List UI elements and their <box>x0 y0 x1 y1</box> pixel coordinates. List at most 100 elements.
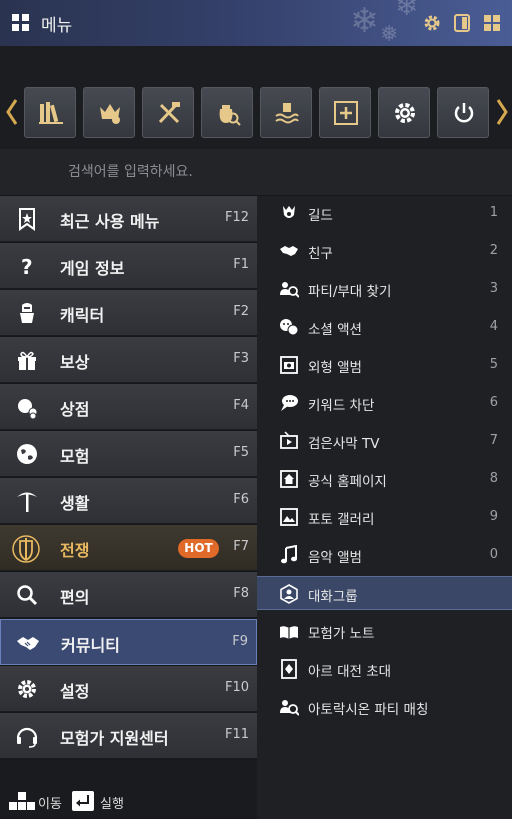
handshake-icon <box>17 637 39 650</box>
toolbar-library-button[interactable] <box>24 87 76 138</box>
submenu-item-hotkey: 4 <box>489 319 498 334</box>
magnifier-icon <box>17 585 38 606</box>
menu-item-shop[interactable]: 상점 F4 <box>0 384 257 430</box>
bookmark-star-icon <box>19 208 35 231</box>
question-icon: ? <box>21 255 33 278</box>
submenu-item-adventurer-note[interactable]: 모험가 노트 <box>257 614 512 648</box>
menu-item-hotkey: F8 <box>233 586 249 601</box>
menu-item-game-info[interactable]: ? 게임 정보 F1 <box>0 243 257 289</box>
menu-item-label: 게임 정보 <box>60 259 125 278</box>
menu-item-label: 캐릭터 <box>60 306 105 325</box>
tools-icon <box>158 102 180 124</box>
submenu-item-official-homepage[interactable]: 공식 홈페이지 8 <box>257 462 512 496</box>
menu-item-hotkey: F3 <box>233 351 249 366</box>
menu-item-settings[interactable]: 설정 F10 <box>0 666 257 712</box>
submenu-item-hotkey: 8 <box>489 471 498 486</box>
menu-item-reward[interactable]: 보상 F3 <box>0 337 257 383</box>
menu-item-hotkey: F4 <box>233 398 249 413</box>
home-icon <box>280 470 298 488</box>
menu-item-hotkey: F6 <box>233 492 249 507</box>
toolbar-tools-button[interactable] <box>142 87 194 138</box>
toolbar-hand-water-button[interactable] <box>260 87 312 138</box>
submenu-item-social-action[interactable]: 소셜 액션 4 <box>257 310 512 344</box>
menu-item-hotkey: F1 <box>233 257 249 272</box>
menu-item-life[interactable]: 생활 F6 <box>0 478 257 524</box>
helmet-bell-icon <box>100 104 120 124</box>
menu-item-recent[interactable]: 최근 사용 메뉴 F12 <box>0 196 257 242</box>
window-titlebar: 메뉴 ❄ ❄ ❅ <box>0 0 512 46</box>
headset-icon <box>16 727 38 748</box>
submenu-item-label: 대화그룹 <box>308 589 358 605</box>
hand-water-icon <box>275 103 299 124</box>
submenu-item-hotkey: 2 <box>489 243 498 258</box>
chevron-right-icon[interactable] <box>494 97 510 127</box>
grid-view-icon[interactable] <box>482 13 502 33</box>
move-hint-label: 이동 <box>38 797 62 812</box>
chevron-left-icon[interactable] <box>4 97 20 127</box>
photo-icon <box>280 508 298 526</box>
submenu-item-label: 소셜 액션 <box>308 322 362 338</box>
submenu-item-chat-group[interactable]: 대화그룹 <box>257 576 512 610</box>
menu-item-hotkey: F9 <box>232 634 248 649</box>
submenu-item-atoraxxion-party-matching[interactable]: 아토락시온 파티 매칭 <box>257 690 512 724</box>
menu-grid-icon <box>12 14 29 31</box>
submenu-item-label: 길드 <box>308 208 333 224</box>
menu-item-adventure[interactable]: 모험 F5 <box>0 431 257 477</box>
library-icon <box>39 102 63 124</box>
party-search-icon <box>280 282 299 298</box>
toolbar-power-button[interactable] <box>437 87 489 138</box>
submenu-item-label: 모험가 노트 <box>308 626 375 642</box>
svg-text:?: ? <box>21 255 33 278</box>
gear-icon <box>18 680 36 698</box>
submenu-item-label: 포토 갤러리 <box>308 512 375 528</box>
menu-item-hotkey: F2 <box>233 304 249 319</box>
submenu-item-label: 외형 앨범 <box>308 360 362 376</box>
music-note-icon <box>281 545 297 564</box>
submenu-item-guild[interactable]: 길드 1 <box>257 196 512 230</box>
submenu-item-label: 음악 앨범 <box>308 550 362 566</box>
search-input[interactable] <box>68 161 468 183</box>
quick-toolbar <box>0 46 512 149</box>
arena-icon <box>281 659 297 679</box>
submenu-item-hotkey: 6 <box>489 395 498 410</box>
submenu-item-arena-invite[interactable]: 아르 대전 초대 <box>257 652 512 686</box>
community-submenu: 길드 1 친구 2 파티/부대 찾기 3 소셜 액션 4 외형 앨범 5 키워드… <box>257 196 512 819</box>
toolbar-add-button[interactable] <box>319 87 371 138</box>
chat-group-icon <box>280 584 298 604</box>
menu-item-war[interactable]: 전쟁 HOT F7 <box>0 525 257 571</box>
arrow-keys-icon <box>9 792 35 810</box>
shield-sword-icon <box>12 535 40 563</box>
submenu-item-hotkey: 1 <box>489 205 498 220</box>
menu-item-convenience[interactable]: 편의 F8 <box>0 572 257 618</box>
menu-item-label: 설정 <box>60 682 90 701</box>
menu-item-hotkey: F11 <box>224 727 249 742</box>
enter-key-icon <box>72 791 94 811</box>
book-icon <box>280 626 298 639</box>
menu-item-hotkey: F12 <box>224 210 249 225</box>
toolbar-bag-search-button[interactable] <box>201 87 253 138</box>
submenu-item-black-desert-tv[interactable]: 검은사막 TV 7 <box>257 424 512 458</box>
submenu-item-music-album[interactable]: 음악 앨범 0 <box>257 538 512 572</box>
menu-item-hotkey: F5 <box>233 445 249 460</box>
menu-item-support[interactable]: 모험가 지원센터 F11 <box>0 713 257 759</box>
menu-item-hotkey: F7 <box>233 539 249 554</box>
submenu-item-appearance-album[interactable]: 외형 앨범 5 <box>257 348 512 382</box>
settings-gear-icon[interactable] <box>422 13 442 33</box>
gear-icon <box>395 103 415 123</box>
submenu-item-keyword-block[interactable]: 키워드 차단 6 <box>257 386 512 420</box>
panel-toggle-icon[interactable] <box>452 13 472 33</box>
hot-badge: HOT <box>178 539 219 558</box>
menu-item-character[interactable]: 캐릭터 F2 <box>0 290 257 336</box>
snowflake-decoration-icon: ❄ <box>395 0 419 22</box>
tv-icon <box>280 431 298 449</box>
toolbar-character-alert-button[interactable] <box>83 87 135 138</box>
menu-item-label: 모험가 지원센터 <box>60 729 169 748</box>
submenu-item-photo-gallery[interactable]: 포토 갤러리 9 <box>257 500 512 534</box>
submenu-item-party-search[interactable]: 파티/부대 찾기 3 <box>257 272 512 306</box>
toolbar-settings-button[interactable] <box>378 87 430 138</box>
submenu-item-hotkey: 9 <box>489 509 498 524</box>
gift-icon <box>18 351 36 370</box>
submenu-item-friend[interactable]: 친구 2 <box>257 234 512 268</box>
menu-item-community[interactable]: 커뮤니티 F9 <box>0 619 257 665</box>
window-title: 메뉴 <box>41 16 73 36</box>
